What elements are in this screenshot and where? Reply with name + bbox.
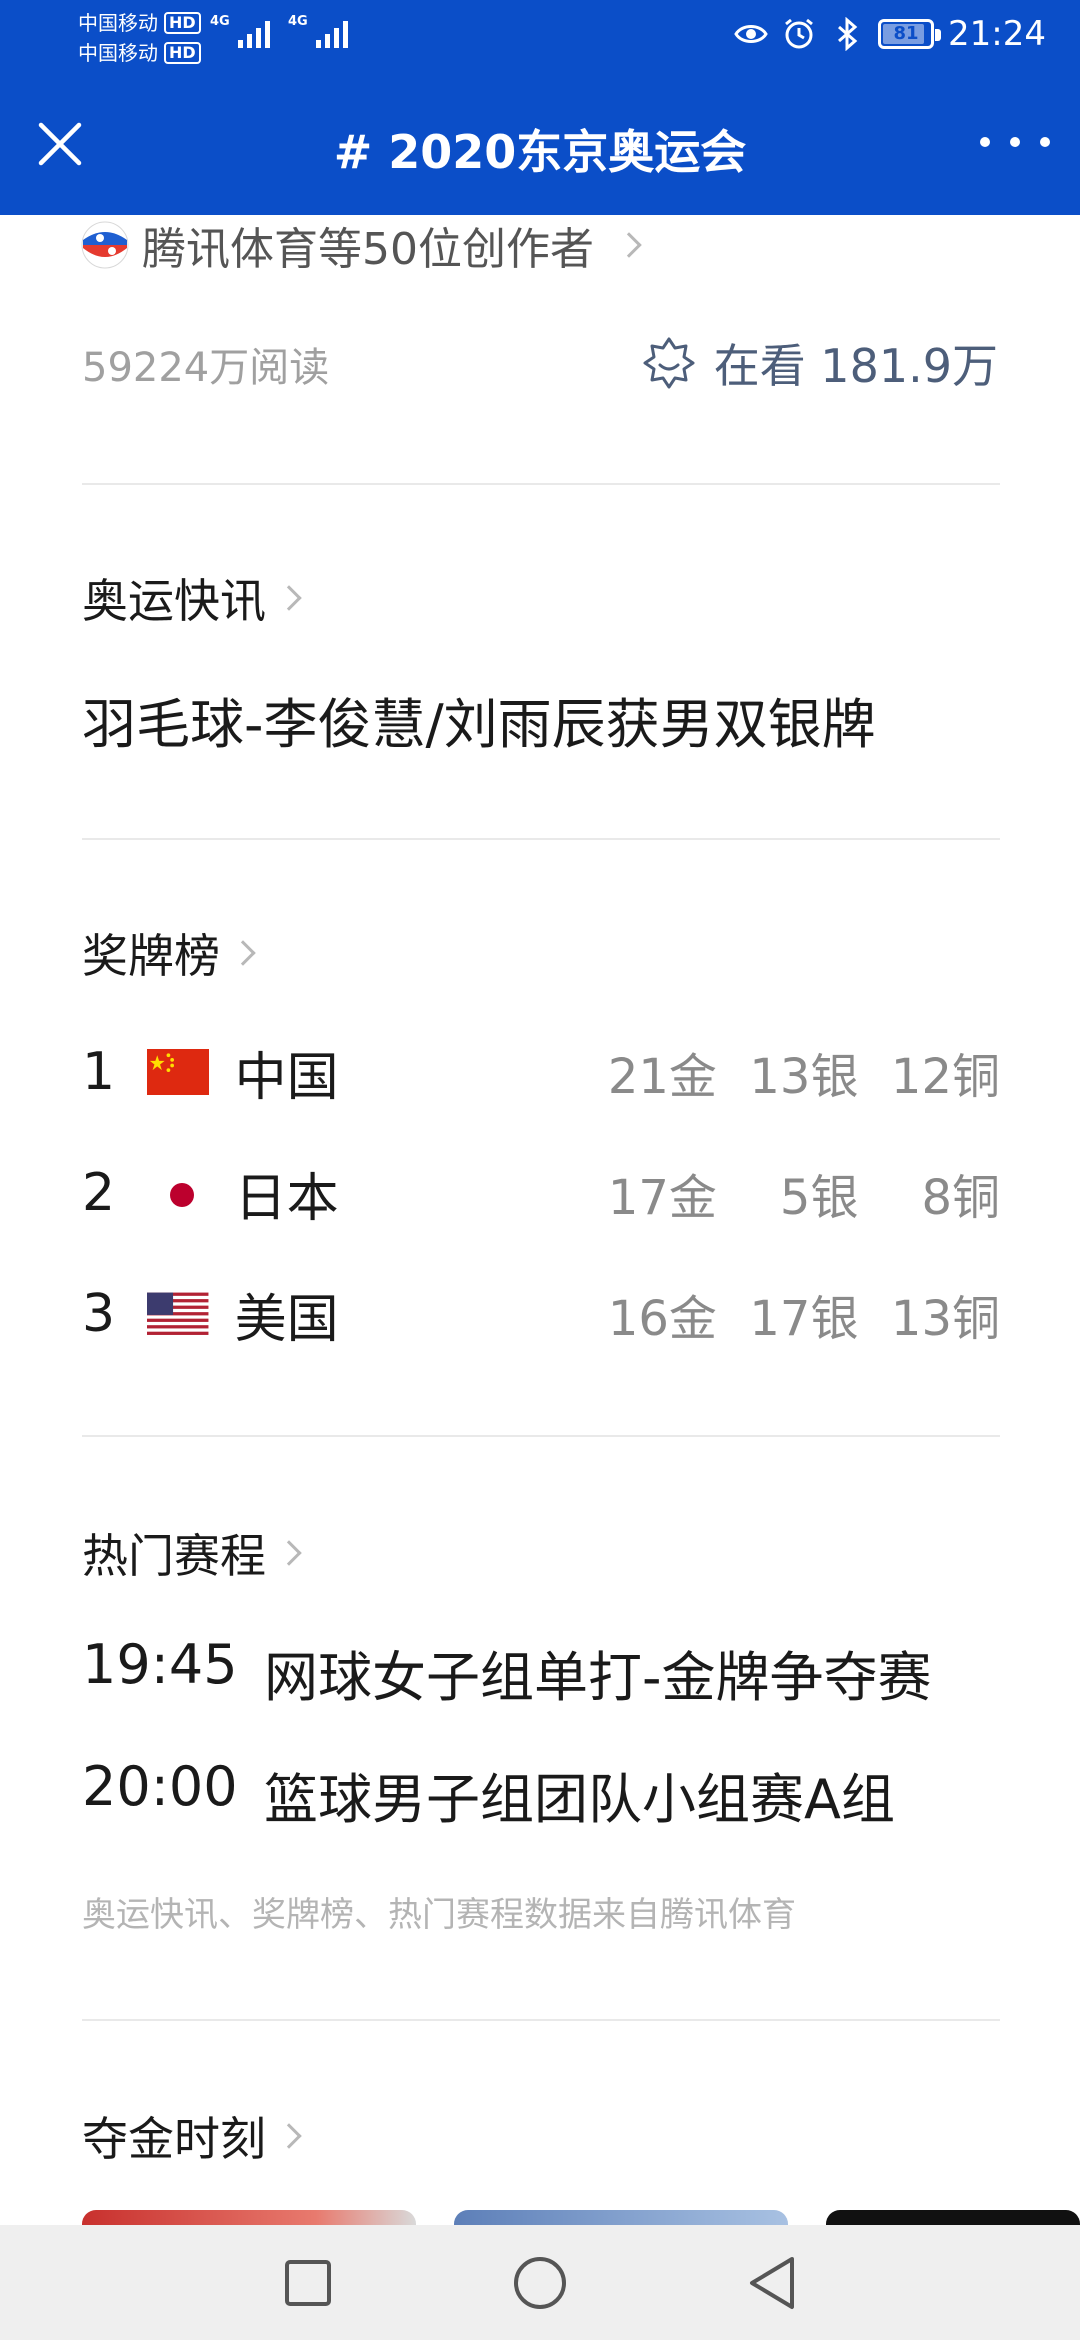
watching-button[interactable]: 在看 181.9万 — [642, 330, 998, 396]
nav-bar: # 2020东京奥运会 — [0, 68, 1080, 215]
medal-row[interactable]: 2 日本 17金 5银 8铜 — [82, 1158, 1000, 1229]
carrier-info: 中国移动 HD 中国移动 HD — [78, 8, 201, 68]
moment-thumbnail[interactable] — [454, 2210, 788, 2225]
section-title-text: 热门赛程 — [82, 1529, 266, 1583]
gold-count: 16金 — [607, 1291, 717, 1347]
tencent-sports-logo-icon — [81, 221, 129, 269]
battery-level: 81 — [893, 23, 919, 44]
wow-icon — [643, 337, 695, 389]
carrier-1-label: 中国移动 — [78, 11, 158, 35]
more-dot — [1010, 137, 1020, 147]
more-dot — [980, 137, 990, 147]
status-right: 81 21:24 — [734, 10, 1046, 58]
top-bar: 中国移动 HD 中国移动 HD 4G 4G 81 21:24 # 2020东京奥… — [0, 0, 1080, 215]
silver-count: 17银 — [749, 1291, 859, 1347]
more-button[interactable] — [980, 118, 1050, 166]
chevron-right-icon — [276, 1540, 302, 1566]
silver-count: 5银 — [779, 1170, 859, 1226]
flash-headline[interactable]: 羽毛球-李俊慧/刘雨辰获男双银牌 — [82, 680, 876, 759]
chevron-right-icon — [616, 232, 642, 258]
network-type-2: 4G — [288, 14, 308, 29]
square-icon — [285, 2260, 331, 2306]
silver-count: 13银 — [749, 1049, 859, 1105]
triangle-back-icon — [750, 2257, 794, 2309]
creators-text: 腾讯体育等50位创作者 — [142, 224, 594, 275]
medal-country: 日本 — [234, 1168, 339, 1229]
moment-thumbnail[interactable] — [82, 2210, 416, 2225]
system-nav-bar — [0, 2225, 1080, 2340]
medal-country: 美国 — [234, 1289, 339, 1350]
schedule-item[interactable]: 20:00 篮球男子组团队小组赛A组 — [82, 1755, 895, 1834]
recents-button[interactable] — [278, 2253, 338, 2313]
section-title-schedule[interactable]: 热门赛程 — [82, 1520, 302, 1586]
medal-rank: 1 — [82, 1042, 116, 1102]
more-dot — [1040, 137, 1050, 147]
signal-1-icon: 4G — [210, 14, 270, 50]
eye-icon — [734, 25, 768, 43]
creators-link[interactable]: 腾讯体育等50位创作者 — [80, 215, 642, 277]
schedule-item[interactable]: 19:45 网球女子组单打-金牌争夺赛 — [82, 1633, 931, 1712]
divider — [82, 483, 1000, 485]
data-source-note: 奥运快讯、奖牌榜、热门赛程数据来自腾讯体育 — [82, 1895, 796, 1935]
clock: 21:24 — [948, 14, 1046, 54]
battery-icon: 81 — [878, 19, 942, 49]
status-bar: 中国移动 HD 中国移动 HD 4G 4G 81 21:24 — [0, 0, 1080, 68]
signal-indicators: 4G 4G — [210, 14, 348, 50]
home-button[interactable] — [510, 2253, 570, 2313]
section-title-medals[interactable]: 奖牌榜 — [82, 920, 256, 986]
section-title-flash[interactable]: 奥运快讯 — [82, 565, 302, 631]
moment-thumbnail[interactable] — [826, 2210, 1080, 2225]
section-title-text: 奥运快讯 — [82, 574, 266, 628]
schedule-event: 篮球男子组团队小组赛A组 — [264, 1768, 895, 1831]
schedule-time: 19:45 — [82, 1633, 238, 1696]
gold-count: 17金 — [607, 1170, 717, 1226]
usa-flag-icon — [147, 1291, 209, 1337]
divider — [82, 2019, 1000, 2021]
section-title-text: 夺金时刻 — [82, 2112, 266, 2166]
gold-count: 21金 — [607, 1049, 717, 1105]
bronze-count: 13铜 — [890, 1291, 1000, 1347]
chevron-right-icon — [276, 585, 302, 611]
hd-badge: HD — [164, 12, 201, 34]
read-count: 59224万阅读 — [82, 345, 330, 391]
divider — [82, 1435, 1000, 1437]
page-content[interactable]: 腾讯体育等50位创作者 59224万阅读 在看 181.9万 奥运快讯 羽毛球-… — [0, 215, 1080, 2225]
signal-2-icon: 4G — [288, 14, 348, 50]
divider — [82, 838, 1000, 840]
back-button[interactable] — [742, 2253, 802, 2313]
china-flag-icon — [147, 1049, 209, 1095]
bronze-count: 8铜 — [921, 1170, 1000, 1226]
watching-text: 在看 181.9万 — [713, 339, 998, 393]
medal-country: 中国 — [234, 1047, 339, 1108]
carrier-2-label: 中国移动 — [78, 41, 158, 65]
chevron-right-icon — [230, 940, 256, 966]
alarm-icon — [785, 18, 813, 49]
section-title-text: 奖牌榜 — [82, 929, 220, 983]
schedule-event: 网球女子组单打-金牌争夺赛 — [264, 1646, 932, 1709]
chevron-right-icon — [276, 2123, 302, 2149]
medal-rank: 2 — [82, 1163, 116, 1223]
section-title-moments[interactable]: 夺金时刻 — [82, 2103, 302, 2169]
bluetooth-icon — [838, 17, 858, 51]
network-type-1: 4G — [210, 14, 230, 29]
medal-rank: 3 — [82, 1284, 116, 1344]
page-title: # 2020东京奥运会 — [333, 125, 747, 179]
schedule-time: 20:00 — [82, 1755, 238, 1818]
circle-icon — [514, 2257, 566, 2309]
medal-row[interactable]: 3 美国 16金 17银 13铜 — [82, 1279, 1000, 1350]
japan-flag-icon — [147, 1170, 209, 1216]
medal-row[interactable]: 1 中国 21金 13银 12铜 — [82, 1037, 1000, 1108]
hd-badge: HD — [164, 42, 201, 64]
bronze-count: 12铜 — [890, 1049, 1000, 1105]
